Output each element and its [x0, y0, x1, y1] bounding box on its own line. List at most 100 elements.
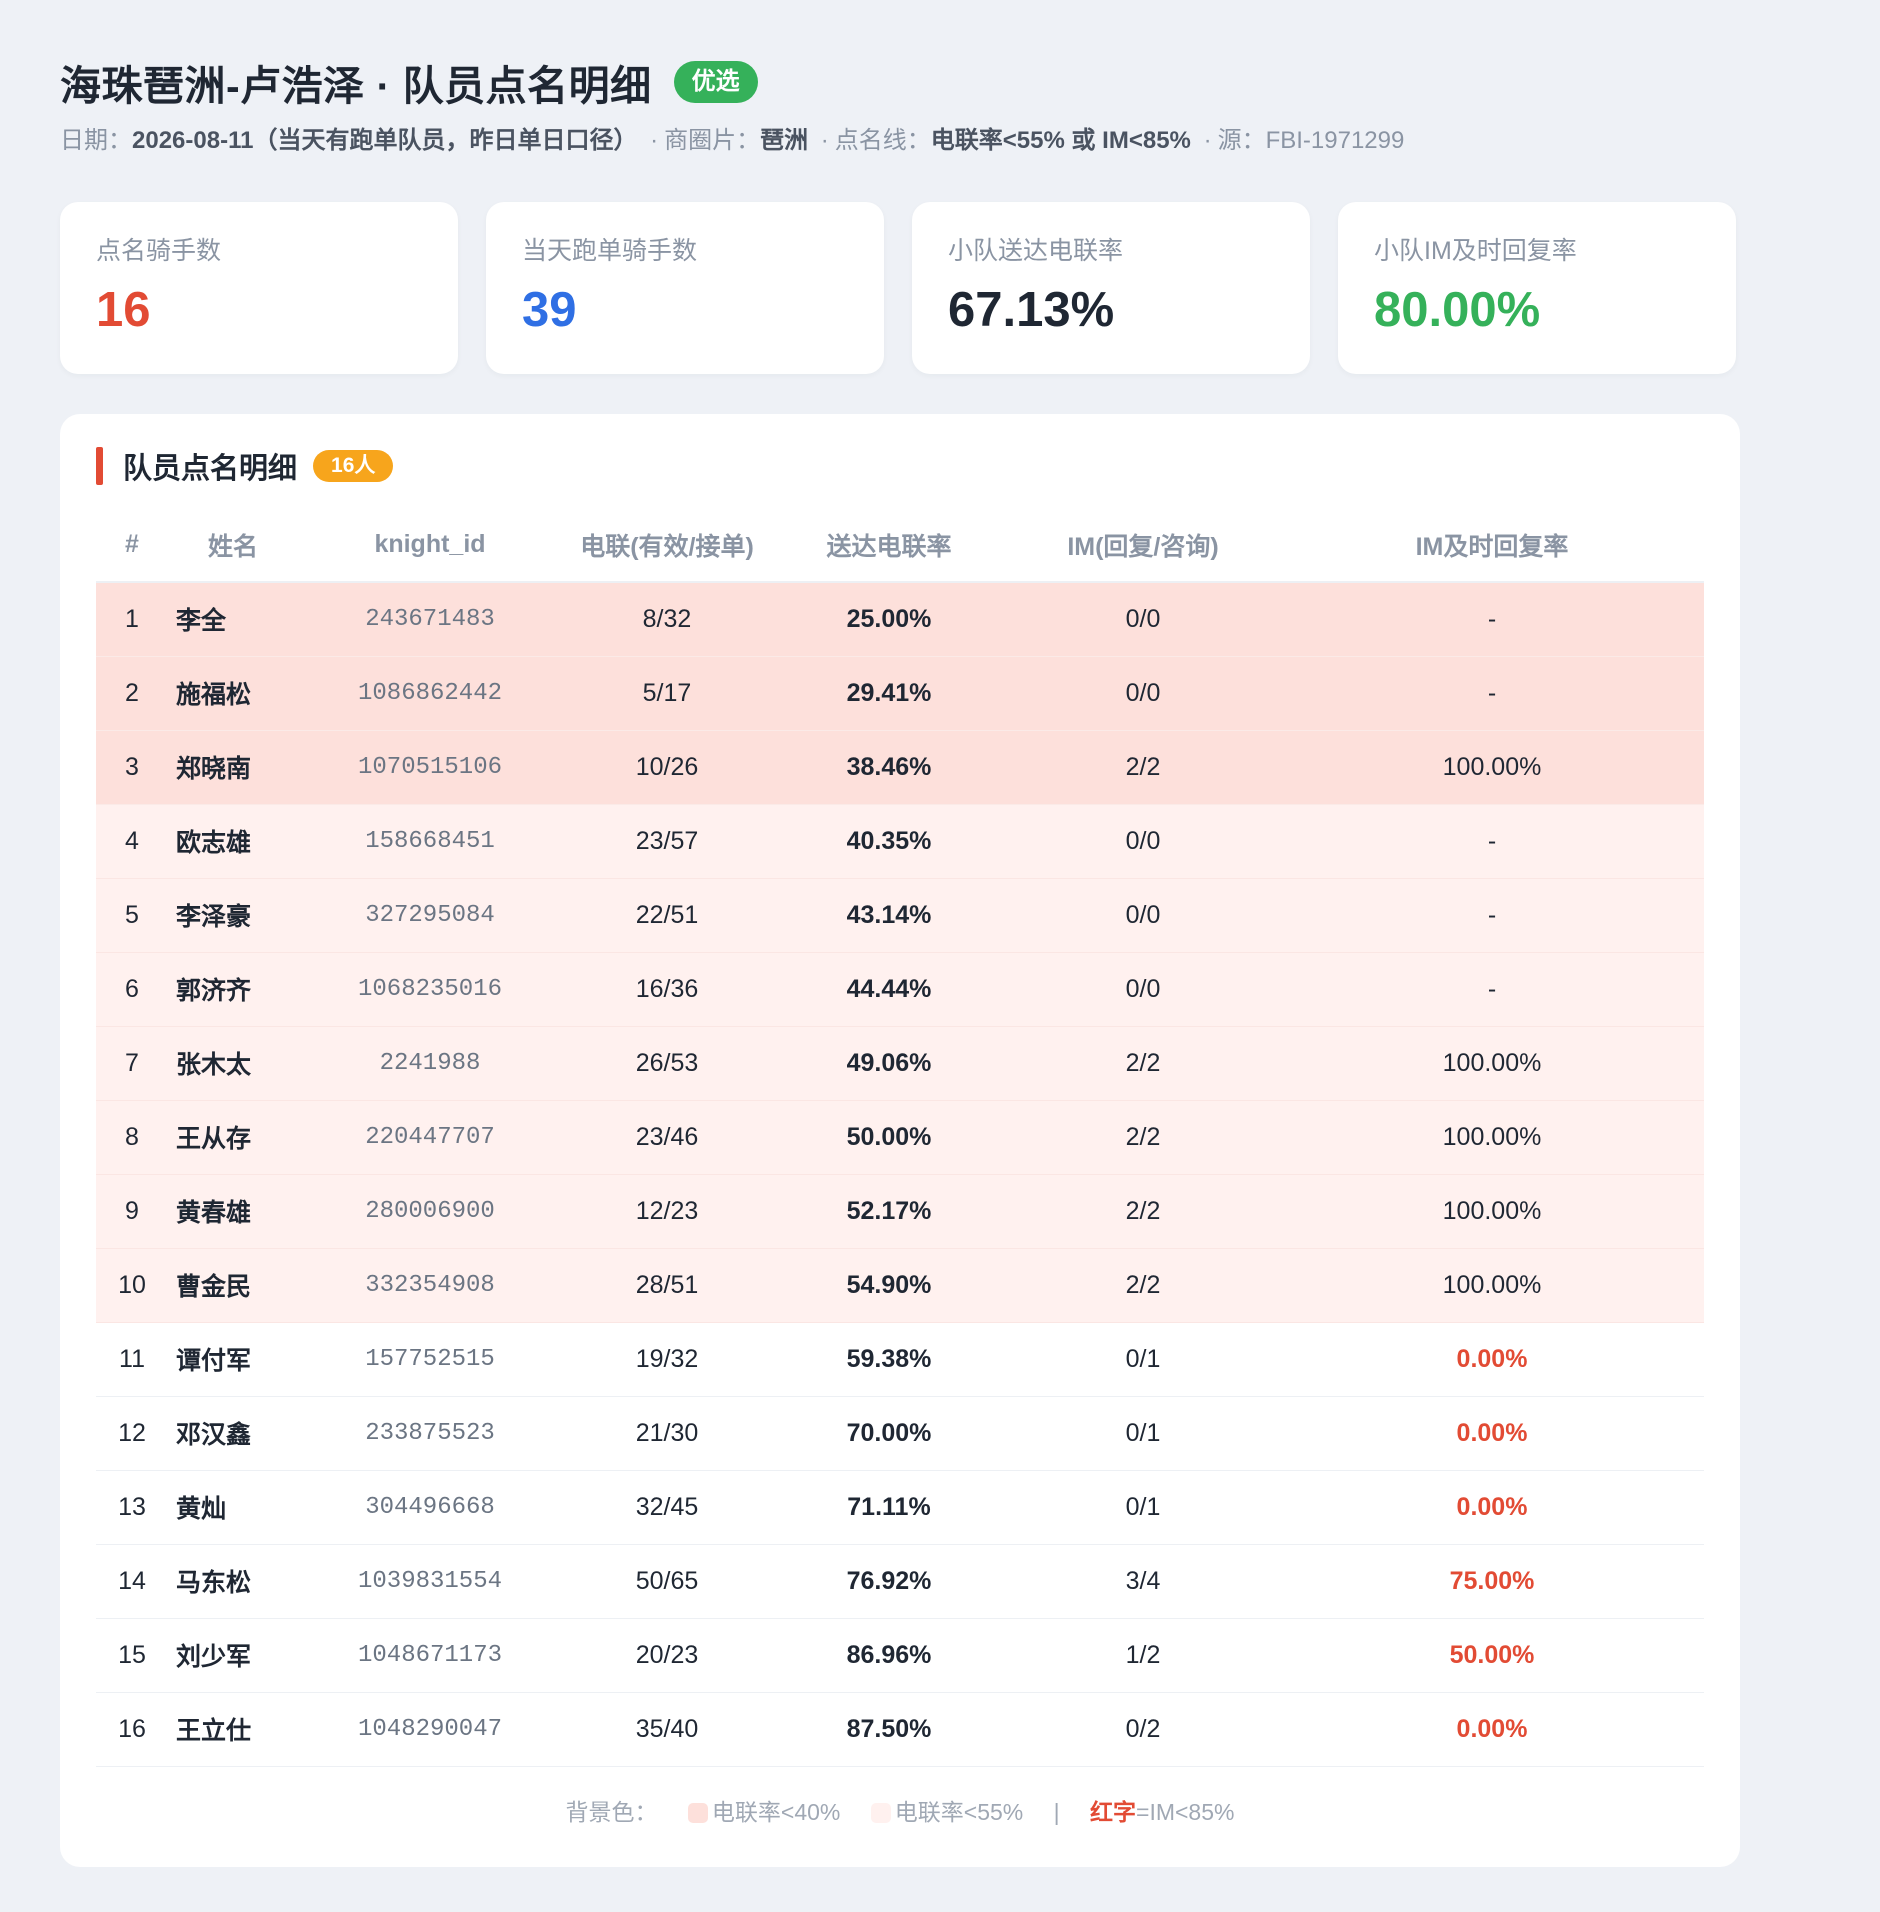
call-count: 19/32 [562, 1322, 772, 1397]
table-row: 2 施福松 1086862442 5/17 29.41% 0/0- [96, 656, 1704, 731]
im-rate: 100.00% [1280, 1026, 1704, 1101]
im-count: 0/0 [1006, 878, 1280, 953]
call-rate: 54.90% [772, 1248, 1006, 1323]
call-count: 10/26 [562, 730, 772, 805]
table-row: 1 李全 243671483 8/32 25.00% 0/0- [96, 582, 1704, 657]
report-page: 海珠琶洲-卢浩泽 · 队员点名明细 优选 日期：2026-08-11（当天有跑单… [60, 54, 1740, 1867]
kpi-value: 39 [522, 283, 577, 337]
row-index: 9 [96, 1174, 168, 1249]
table-row: 5 李泽豪 327295084 22/51 43.14% 0/0- [96, 878, 1704, 953]
table-row: 10 曹金民 332354908 28/51 54.90% 2/2 100.00% [96, 1248, 1704, 1323]
call-rate: 44.44% [772, 952, 1006, 1027]
line-label: 点名线： [834, 127, 931, 154]
call-count: 26/53 [562, 1026, 772, 1101]
im-rate: - [1280, 878, 1704, 953]
kpi-value: 16 [96, 283, 151, 337]
row-index: 7 [96, 1026, 168, 1101]
im-count: 2/2 [1006, 1026, 1280, 1101]
call-count: 8/32 [562, 582, 772, 657]
table-row: 3 郑晓南 1070515106 10/26 38.46% 2/2 100.00% [96, 730, 1704, 805]
count-badge: 16人 [313, 450, 394, 482]
rider-table: # 姓名 knight_id 电联(有效/接单) 送达电联率 IM(回复/咨询)… [96, 508, 1704, 1767]
kpi-value: 67.13% [948, 283, 1115, 337]
col-header-name: 姓名 [168, 508, 298, 583]
row-index: 3 [96, 730, 168, 805]
kpi-card-call-rate: 小队送达电联率 67.13% [912, 202, 1310, 374]
legend-red-rest: =IM<85% [1136, 1798, 1235, 1825]
im-count: 2/2 [1006, 1174, 1280, 1249]
row-index: 15 [96, 1618, 168, 1693]
row-index: 2 [96, 656, 168, 731]
kpi-card-active-riders: 当天跑单骑手数 39 [486, 202, 884, 374]
area-value: 琶洲 [760, 127, 809, 154]
rider-name: 李全 [168, 582, 298, 657]
table-row: 16 王立仕 1048290047 35/40 87.50% 0/2 0.00% [96, 1692, 1704, 1767]
call-count: 16/36 [562, 952, 772, 1027]
legend: 背景色： 电联率<40% 电联率<55% | 红字=IM<85% [96, 1797, 1704, 1827]
knight-id: 157752515 [298, 1322, 562, 1397]
knight-id: 158668451 [298, 804, 562, 879]
row-index: 5 [96, 878, 168, 953]
panel-title: 队员点名明细 [123, 453, 298, 485]
rider-name: 黄春雄 [168, 1174, 298, 1249]
rider-name: 施福松 [168, 656, 298, 731]
rider-name: 曹金民 [168, 1248, 298, 1323]
call-count: 23/57 [562, 804, 772, 879]
table-row: 11 谭付军 157752515 19/32 59.38% 0/1 0.00% [96, 1322, 1704, 1397]
rider-name: 张木太 [168, 1026, 298, 1101]
knight-id: 327295084 [298, 878, 562, 953]
knight-id: 1048290047 [298, 1692, 562, 1767]
call-rate: 49.06% [772, 1026, 1006, 1101]
rider-name: 谭付军 [168, 1322, 298, 1397]
call-rate: 29.41% [772, 656, 1006, 731]
title-row: 海珠琶洲-卢浩泽 · 队员点名明细 优选 [60, 54, 1740, 110]
im-count: 0/1 [1006, 1396, 1280, 1471]
im-rate: 0.00% [1280, 1692, 1704, 1767]
col-header-call: 电联(有效/接单) [562, 508, 772, 583]
call-rate: 71.11% [772, 1470, 1006, 1545]
col-header-im: IM(回复/咨询) [1006, 508, 1280, 583]
panel-header: 队员点名明细 16人 [96, 446, 1704, 486]
legend-prefix: 背景色： [565, 1798, 658, 1825]
rider-name: 郑晓南 [168, 730, 298, 805]
im-count: 0/1 [1006, 1322, 1280, 1397]
knight-id: 1070515106 [298, 730, 562, 805]
area-label: 商圈片： [664, 127, 761, 154]
knight-id: 1039831554 [298, 1544, 562, 1619]
call-count: 50/65 [562, 1544, 772, 1619]
im-rate: 0.00% [1280, 1322, 1704, 1397]
table-row: 15 刘少军 1048671173 20/23 86.96% 1/2 50.00% [96, 1618, 1704, 1693]
call-count: 21/30 [562, 1396, 772, 1471]
row-index: 12 [96, 1396, 168, 1471]
im-count: 0/0 [1006, 804, 1280, 879]
im-count: 0/2 [1006, 1692, 1280, 1767]
im-rate: - [1280, 952, 1704, 1027]
rider-name: 邓汉鑫 [168, 1396, 298, 1471]
rider-name: 郭济齐 [168, 952, 298, 1027]
call-rate: 59.38% [772, 1322, 1006, 1397]
call-rate: 52.17% [772, 1174, 1006, 1249]
call-count: 20/23 [562, 1618, 772, 1693]
knight-id: 304496668 [298, 1470, 562, 1545]
knight-id: 220447707 [298, 1100, 562, 1175]
rider-name: 刘少军 [168, 1618, 298, 1693]
im-rate: 100.00% [1280, 730, 1704, 805]
call-count: 32/45 [562, 1470, 772, 1545]
kpi-cards: 点名骑手数 16 当天跑单骑手数 39 小队送达电联率 67.13% 小队IM及… [60, 202, 1740, 374]
kpi-card-im-rate: 小队IM及时回复率 80.00% [1338, 202, 1736, 374]
report-meta: 日期：2026-08-11（当天有跑单队员，昨日单日口径） · 商圈片：琶洲 · 点… [60, 124, 1740, 158]
call-count: 23/46 [562, 1100, 772, 1175]
rider-name: 黄灿 [168, 1470, 298, 1545]
kpi-label: 小队送达电联率 [948, 237, 1124, 265]
col-header-knight-id: knight_id [298, 508, 562, 583]
call-count: 12/23 [562, 1174, 772, 1249]
table-row: 9 黄春雄 280006900 12/23 52.17% 2/2 100.00% [96, 1174, 1704, 1249]
row-index: 8 [96, 1100, 168, 1175]
im-count: 2/2 [1006, 1100, 1280, 1175]
im-rate: - [1280, 582, 1704, 657]
im-rate: 75.00% [1280, 1544, 1704, 1619]
im-rate: 0.00% [1280, 1470, 1704, 1545]
kpi-card-called-riders: 点名骑手数 16 [60, 202, 458, 374]
im-count: 2/2 [1006, 1248, 1280, 1323]
im-rate: 100.00% [1280, 1174, 1704, 1249]
